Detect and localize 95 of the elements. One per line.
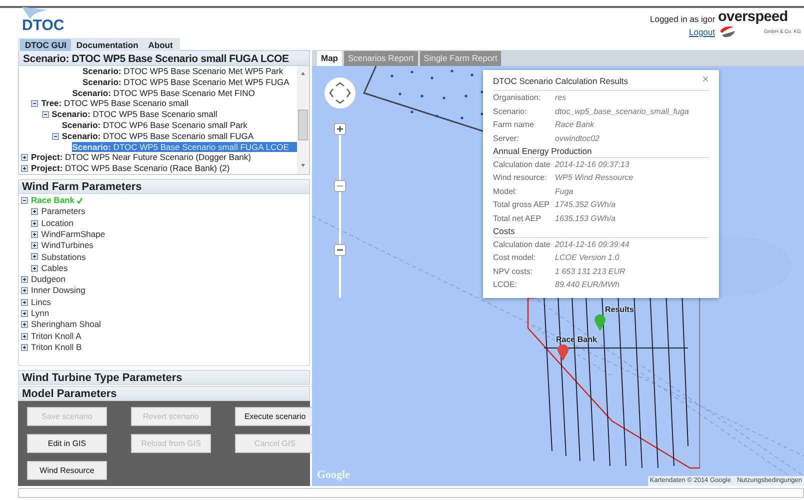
user-label: Logged in as igor [650, 13, 715, 26]
field-label: LCOE: [493, 279, 518, 292]
expand-icon[interactable] [21, 287, 28, 294]
expand-icon[interactable] [21, 154, 28, 162]
tree-item[interactable]: Scenario: DTOC WP5 Base Scenario small FUGA [62, 130, 258, 142]
tree-item[interactable]: Location [41, 218, 78, 228]
expand-icon[interactable] [21, 165, 28, 172]
map-marker-icon[interactable] [594, 314, 606, 331]
field-value: Race Bank [555, 119, 594, 132]
field-value: LCOE Version 1.0 [555, 252, 620, 264]
collapse-icon[interactable] [31, 100, 38, 108]
expand-icon[interactable] [21, 310, 28, 317]
section-heading: Annual Energy Production [493, 145, 709, 158]
field-value: 2014-12-16 09:37:13 [555, 159, 630, 171]
tree-item[interactable]: Sheringham Shoal [31, 319, 105, 330]
expand-icon[interactable] [31, 220, 38, 227]
map-marker-icon[interactable] [557, 344, 569, 361]
section-header[interactable]: Model Parameters [18, 386, 310, 401]
expand-icon[interactable] [31, 230, 38, 238]
section-header[interactable]: Wind Turbine Type Parameters [18, 370, 310, 385]
nav-tab[interactable]: DTOC GUI [20, 39, 72, 51]
action-button[interactable]: Execute scenario [235, 407, 315, 426]
field-value: 89.440 EUR/MWh [555, 279, 620, 292]
field-value: 1745.352 GWh/a [555, 199, 616, 212]
action-button[interactable]: Wind Resource [27, 461, 107, 480]
brand-swoosh-icon [718, 24, 736, 38]
field-value: Fuga [555, 186, 574, 198]
tree-item[interactable]: Parameters [41, 206, 90, 218]
section-header[interactable]: Wind Farm Parameters [18, 178, 310, 194]
field-label: Model: [493, 186, 518, 198]
logo: DTOC [22, 18, 64, 33]
field-label: Organisation: [493, 92, 542, 104]
tree-item[interactable]: WindTurbines [41, 240, 98, 252]
nav-tab[interactable]: About [143, 39, 178, 51]
field-label: NPV costs: [493, 266, 534, 278]
pan-control[interactable] [324, 77, 356, 109]
tree-item[interactable]: Project: DTOC WP5 Near Future Scenario (Dogger Bank) [31, 152, 255, 164]
collapse-icon[interactable] [42, 111, 49, 118]
logout-link[interactable]: Logout [650, 26, 715, 38]
field-label: Calculation date [493, 238, 552, 251]
expand-icon[interactable] [21, 276, 28, 284]
scenario-title: Scenario: DTOC WP5 Base Scenario small FUGA LCOE [18, 50, 310, 66]
expand-icon[interactable] [21, 344, 28, 351]
map-tab[interactable]: Map [317, 51, 342, 66]
zoom-out-button[interactable] [334, 244, 346, 256]
tree-item[interactable]: Dudgeon [31, 274, 70, 285]
field-value: dtoc_wp5_base_scenario_small_fuga [555, 106, 689, 118]
brand-logo: overspeed [718, 10, 788, 24]
field-label: Calculation date [493, 159, 552, 171]
expand-icon[interactable] [21, 332, 28, 340]
field-value: WP5 Wind Ressource [555, 172, 634, 184]
tree-item[interactable]: Lynn [31, 308, 54, 319]
tree-item[interactable]: Project: DTOC WP5 Base Scenario (Race Bank) (2) [31, 163, 234, 174]
tree-item[interactable]: Inner Dowsing [31, 285, 90, 296]
field-label: Total gross AEP [493, 199, 550, 212]
expand-icon[interactable] [31, 253, 38, 260]
expand-icon[interactable] [31, 242, 38, 250]
collapse-icon[interactable] [21, 196, 28, 204]
check-icon [76, 196, 84, 204]
field-value: 1 653 131 213 EUR [555, 266, 626, 278]
tree-item[interactable]: Cables [41, 262, 72, 274]
expand-icon[interactable] [31, 208, 38, 216]
expand-icon[interactable] [31, 264, 38, 272]
field-label: Farm name [493, 119, 535, 132]
expand-icon[interactable] [21, 298, 28, 306]
action-button[interactable]: Edit in GIS [27, 434, 107, 453]
expand-icon[interactable] [21, 321, 28, 328]
tree-item[interactable]: Scenario: DTOC WP5 Base Scenario Met FINO [72, 88, 259, 98]
nav-tab[interactable]: Documentation [71, 39, 144, 51]
field-label: Server: [493, 132, 520, 145]
google-logo: Google [317, 468, 350, 482]
tree-item[interactable]: Scenario: DTOC WP5 Base Scenario Met WP5 FUGA [82, 76, 294, 88]
tree-item[interactable]: Scenario: DTOC WP5 Base Scenario small [52, 109, 222, 120]
tree-item[interactable]: Scenario: DTOC WP6 Base Scenario small Park [62, 120, 252, 131]
tree-item[interactable]: WindFarmShape [41, 228, 110, 240]
field-label: Wind resource: [493, 172, 548, 184]
field-label: Cost model: [493, 252, 537, 264]
field-value: res [555, 92, 566, 104]
plus-icon [336, 125, 344, 133]
tree-item[interactable]: Scenario: DTOC WP5 Base Scenario Met WP5 Park [82, 66, 288, 77]
section-heading: Costs [493, 225, 709, 238]
field-value: ovwindtoc02 [555, 132, 600, 145]
tree-item[interactable]: Triton Knoll B [31, 342, 86, 353]
tree-item[interactable]: Tree: DTOC WP5 Base Scenario small [41, 98, 193, 110]
zoom-in-button[interactable] [334, 123, 346, 135]
field-value: 2014-12-16 09:39:44 [555, 238, 630, 251]
field-label: Total net AEP [493, 212, 542, 225]
scrollbar[interactable] [297, 66, 309, 174]
field-label: Scenario: [493, 106, 528, 118]
tree-item[interactable]: Triton Knoll A [31, 330, 86, 342]
tree-item[interactable]: Lincs [31, 296, 55, 308]
field-value: 1635.153 GWh/a [555, 212, 616, 225]
tree-item[interactable]: Substations [41, 252, 90, 262]
zoom-slider-thumb[interactable] [334, 180, 346, 192]
collapse-icon[interactable] [52, 132, 59, 140]
